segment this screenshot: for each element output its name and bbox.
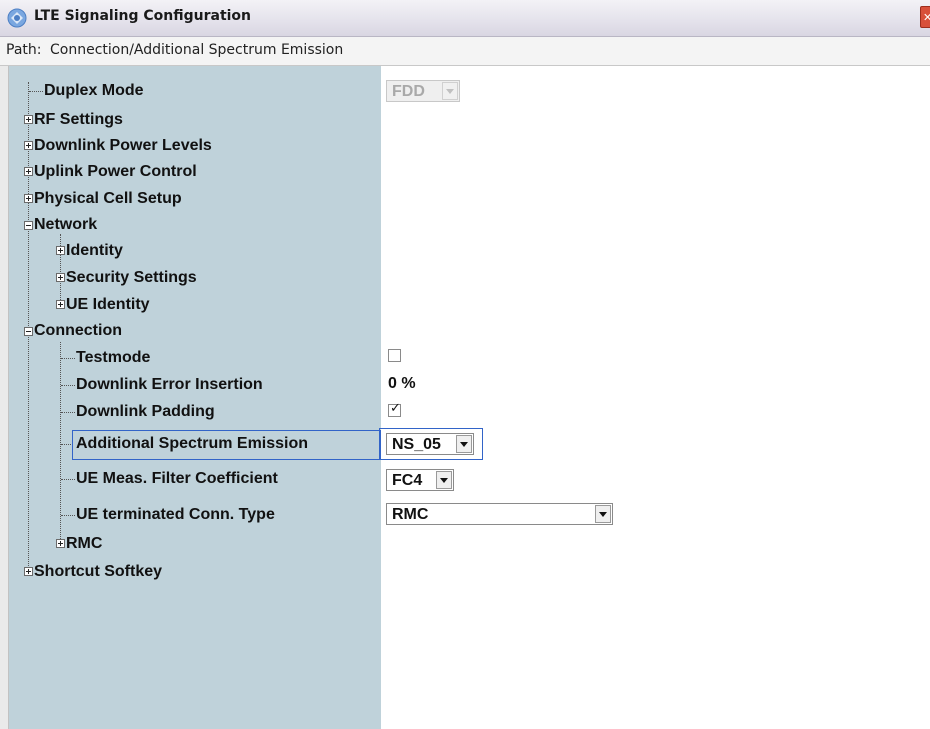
expand-icon[interactable]: [56, 539, 65, 548]
value-pane: [381, 66, 930, 729]
expand-icon[interactable]: [24, 115, 33, 124]
path-label: Path:: [6, 42, 42, 58]
expand-icon[interactable]: [24, 194, 33, 203]
expand-icon[interactable]: [56, 300, 65, 309]
collapse-icon[interactable]: [24, 221, 33, 230]
tree-item-rf-settings[interactable]: RF Settings: [34, 107, 123, 133]
title-bar: LTE Signaling Configuration ✕: [0, 0, 930, 37]
tree-item-label: Physical Cell Setup: [34, 190, 182, 207]
additional-spectrum-emission-select[interactable]: NS_05: [386, 433, 474, 455]
tree-item-shortcut-softkey[interactable]: Shortcut Softkey: [34, 559, 162, 585]
left-border: [0, 66, 9, 729]
window-title: LTE Signaling Configuration: [34, 8, 252, 24]
expand-icon[interactable]: [56, 246, 65, 255]
ue-terminated-conn-type-value: RMC: [392, 506, 429, 523]
close-icon: ✕: [923, 11, 930, 24]
downlink-error-insertion-value[interactable]: 0 %: [388, 375, 416, 393]
ue-meas-filter-coefficient-select[interactable]: FC4: [386, 469, 454, 491]
tree-item-label: UE Meas. Filter Coefficient: [76, 470, 278, 487]
tree-item-downlink-error-insertion[interactable]: Downlink Error Insertion: [76, 372, 263, 398]
tree-item-label: RMC: [66, 535, 103, 552]
path-value: Connection/Additional Spectrum Emission: [50, 42, 344, 58]
tree-item-label: Duplex Mode: [44, 82, 144, 99]
ue-meas-filter-coefficient-value: FC4: [392, 472, 423, 489]
tree-item-additional-spectrum-emission[interactable]: Additional Spectrum Emission: [76, 431, 308, 457]
ue-terminated-conn-type-select[interactable]: RMC: [386, 503, 613, 525]
tree-connector-line: [29, 91, 43, 92]
tree-item-label: Downlink Error Insertion: [76, 376, 263, 393]
tree-item-label: RF Settings: [34, 111, 123, 128]
chevron-down-icon[interactable]: [595, 505, 611, 523]
collapse-icon[interactable]: [24, 327, 33, 336]
testmode-checkbox[interactable]: [388, 349, 401, 362]
expand-icon[interactable]: [24, 167, 33, 176]
tree-item-label: Downlink Padding: [76, 403, 215, 420]
tree-item-label: Testmode: [76, 349, 151, 366]
tree-item-testmode[interactable]: Testmode: [76, 345, 150, 371]
tree-item-label: UE Identity: [66, 296, 150, 313]
tree-connector-line: [61, 412, 75, 413]
tree-item-physical-cell-setup[interactable]: Physical Cell Setup: [34, 186, 182, 212]
tree-item-label: Security Settings: [66, 269, 197, 286]
tree-item-downlink-padding[interactable]: Downlink Padding: [76, 399, 215, 425]
tree-item-duplex-mode[interactable]: Duplex Mode: [44, 78, 144, 104]
chevron-down-icon[interactable]: [456, 435, 472, 453]
tree-item-ue-identity[interactable]: UE Identity: [66, 292, 150, 318]
duplex-mode-select: FDD: [386, 80, 460, 102]
tree-item-network[interactable]: Network: [34, 212, 97, 238]
tree-connector-line: [61, 479, 75, 480]
tree-item-label: Connection: [34, 322, 122, 339]
tree-item-connection[interactable]: Connection: [34, 318, 122, 344]
tree-item-ue-meas-filter-coefficient[interactable]: UE Meas. Filter Coefficient: [76, 466, 278, 492]
check-icon: ✓: [390, 401, 401, 416]
additional-spectrum-emission-value: NS_05: [392, 436, 441, 453]
tree-item-ue-terminated-conn-type[interactable]: UE terminated Conn. Type: [76, 502, 275, 528]
tree-item-rmc[interactable]: RMC: [66, 531, 102, 557]
tree-connector-line: [61, 385, 75, 386]
tree-connector-line: [60, 234, 61, 304]
downlink-padding-checkbox[interactable]: ✓: [388, 401, 401, 417]
tree-item-label: UE terminated Conn. Type: [76, 506, 275, 523]
tree-connector-line: [61, 515, 75, 516]
duplex-mode-value: FDD: [392, 83, 425, 100]
expand-icon[interactable]: [24, 567, 33, 576]
expand-icon[interactable]: [56, 273, 65, 282]
chevron-down-icon: [442, 82, 458, 100]
tree-item-security-settings[interactable]: Security Settings: [66, 265, 197, 291]
tree-item-label: Identity: [66, 242, 123, 259]
tree-item-label: Shortcut Softkey: [34, 563, 163, 580]
chevron-down-icon[interactable]: [436, 471, 452, 489]
close-button[interactable]: ✕: [920, 6, 930, 28]
tree-item-uplink-power-control[interactable]: Uplink Power Control: [34, 159, 197, 185]
tree-item-label: Downlink Power Levels: [34, 137, 212, 154]
tree-item-identity[interactable]: Identity: [66, 238, 123, 264]
tree-item-label: Uplink Power Control: [34, 163, 197, 180]
app-logo-icon: [7, 8, 27, 28]
tree-item-label: Additional Spectrum Emission: [76, 435, 309, 452]
tree-item-label: Network: [34, 216, 98, 233]
tree-item-downlink-power-levels[interactable]: Downlink Power Levels: [34, 133, 212, 159]
path-bar: Path: Connection/Additional Spectrum Emi…: [0, 37, 930, 66]
expand-icon[interactable]: [24, 141, 33, 150]
tree-connector-line: [61, 358, 75, 359]
